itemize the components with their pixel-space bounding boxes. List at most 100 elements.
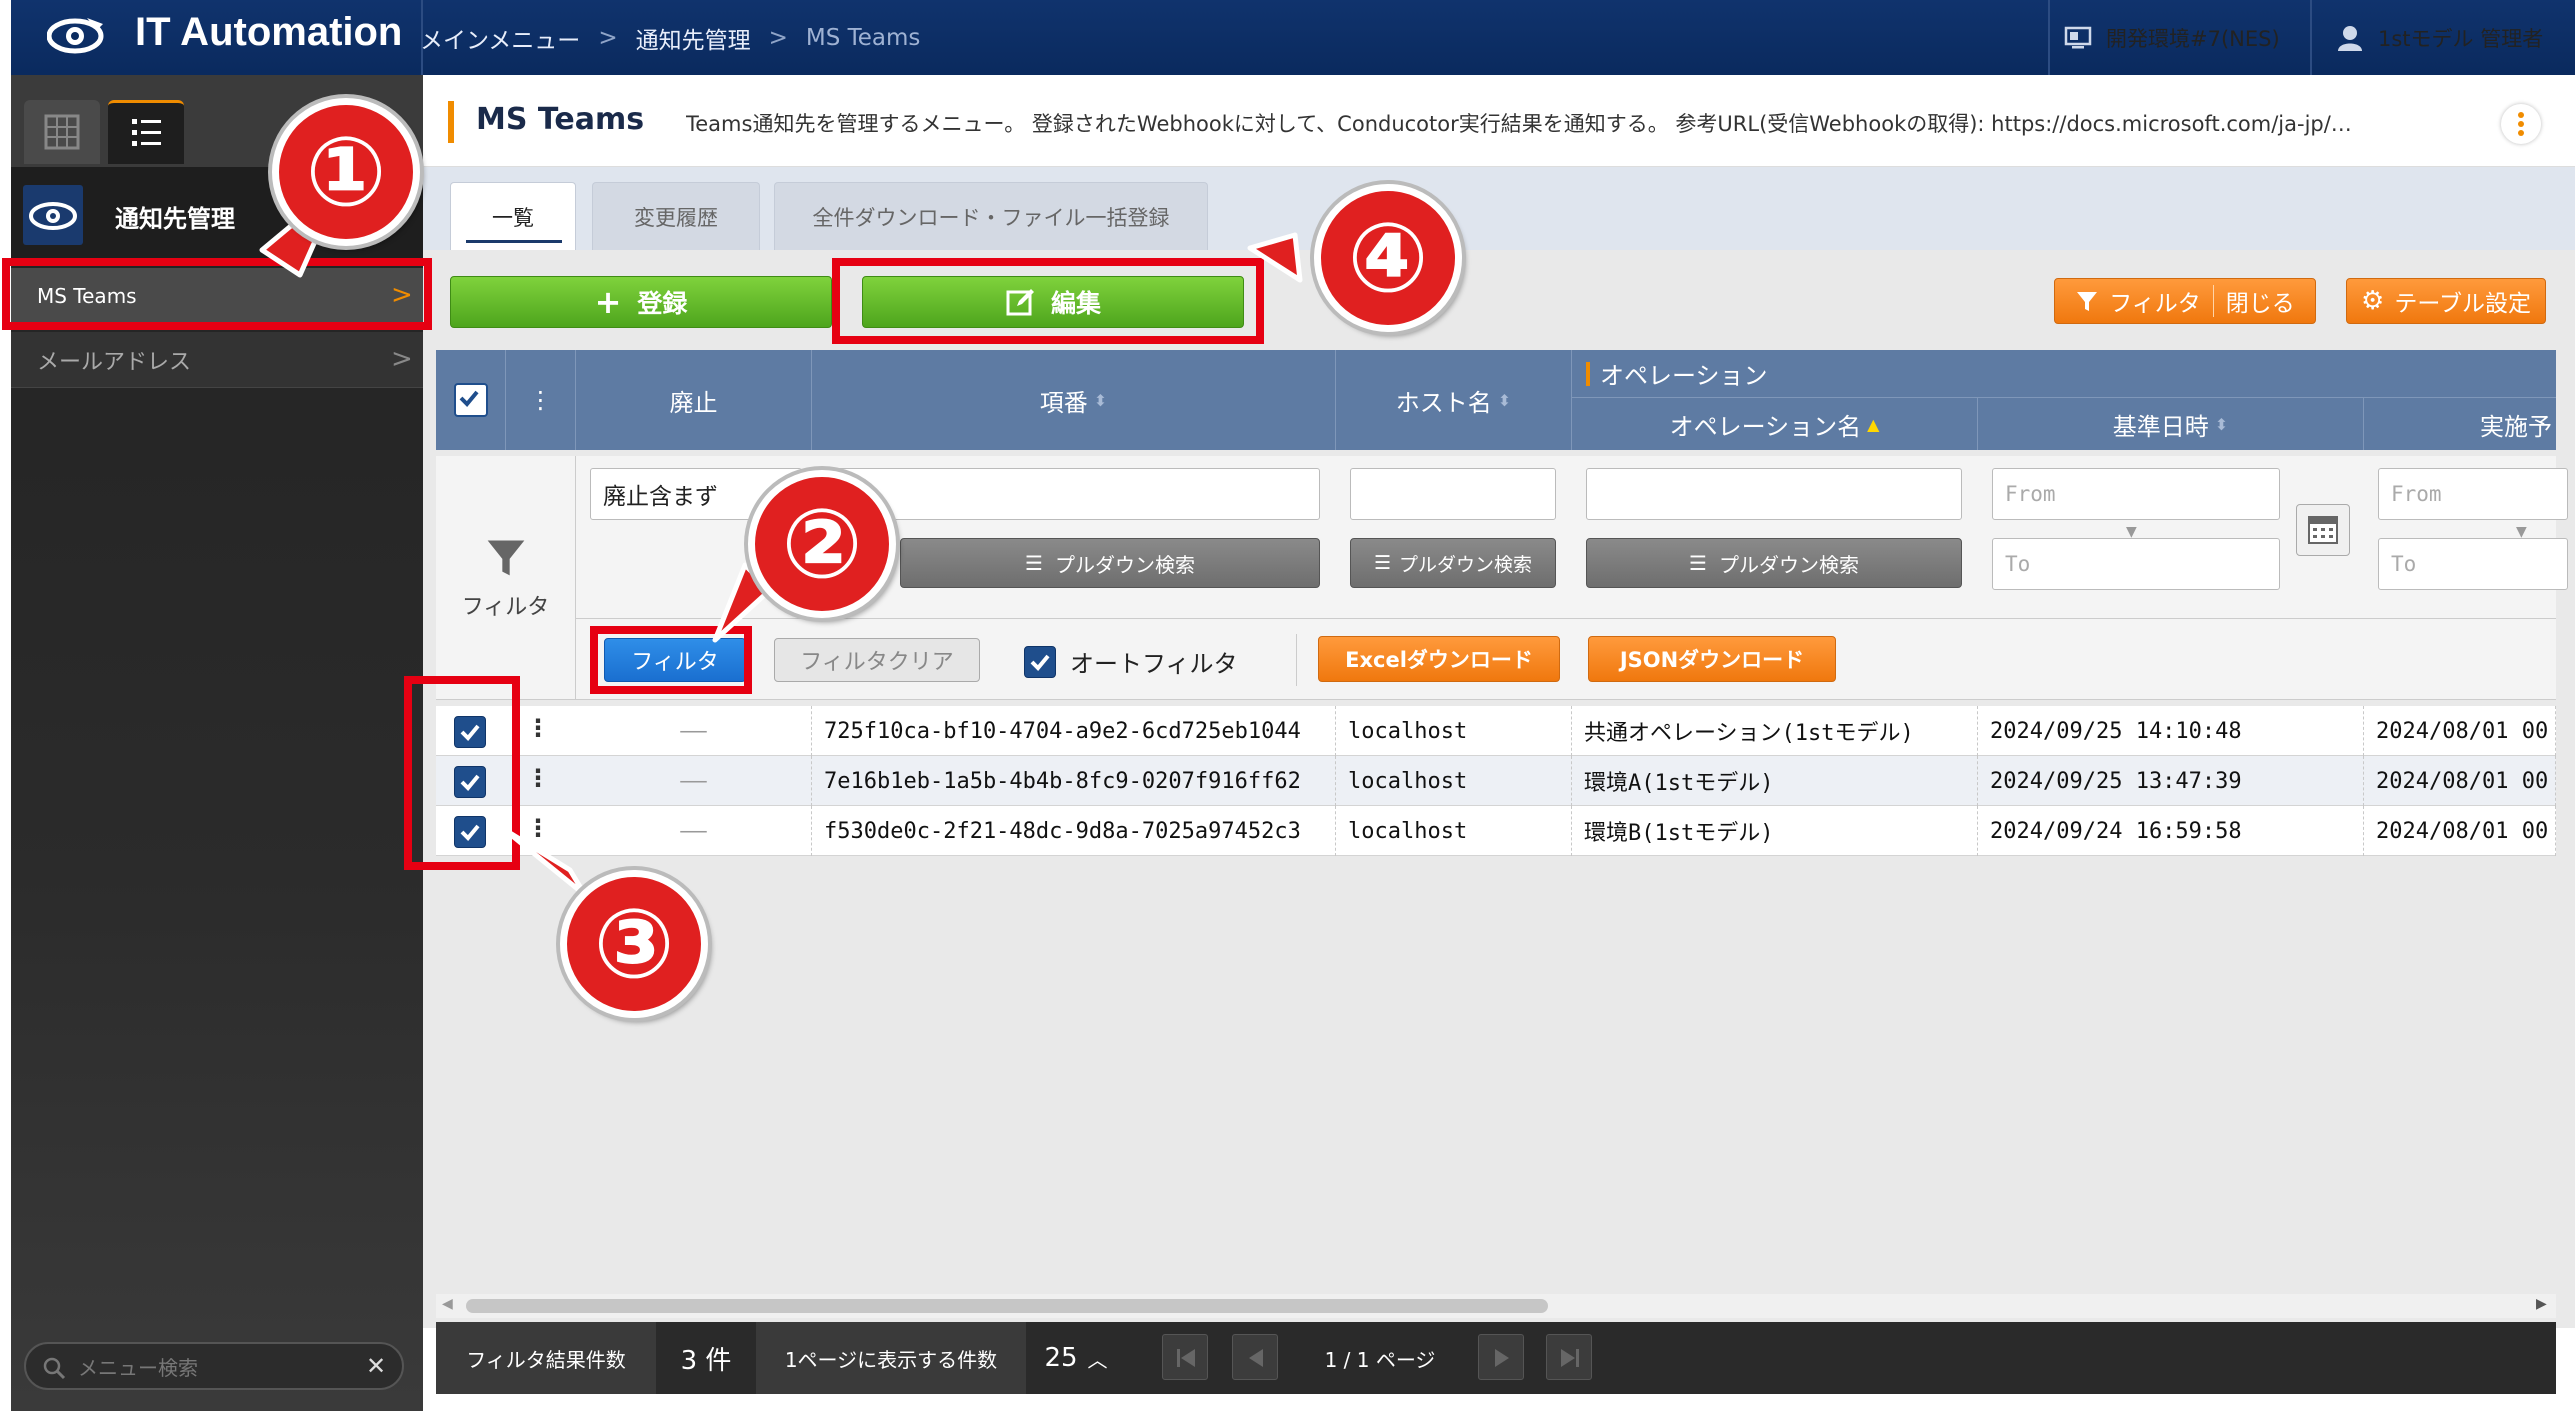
group-accent	[1586, 361, 1590, 386]
scheduled-to-input[interactable]: To	[2378, 538, 2568, 590]
next-page-button[interactable]	[1478, 1334, 1524, 1380]
base-to-input[interactable]: To	[1992, 538, 2280, 590]
cell-scheduled: 2024/08/01 00	[2364, 706, 2556, 756]
scroll-right-icon[interactable]: ▶	[2536, 1296, 2547, 1312]
monitor-icon	[2064, 26, 2092, 48]
tab-bulk-download[interactable]: 全件ダウンロード・ファイル一括登録	[774, 182, 1208, 250]
tab-history[interactable]: 変更履歴	[592, 182, 760, 250]
filter-icon	[487, 540, 524, 576]
prev-page-button[interactable]	[1232, 1334, 1278, 1380]
active-tab-indicator	[466, 240, 562, 243]
annotation-marker-3: ③	[560, 870, 708, 1018]
filter-icon	[2077, 292, 2098, 311]
item-no-filter-input[interactable]	[826, 468, 1320, 520]
header-discard[interactable]: 廃止	[576, 350, 812, 450]
sort-icon: ⬍	[1497, 390, 1512, 410]
more-options-icon[interactable]	[2501, 104, 2541, 144]
row-menu-header[interactable]: ⋮	[506, 350, 576, 450]
select-all-cell	[436, 350, 506, 450]
sort-icon: ⬍	[2214, 414, 2229, 434]
row-menu-icon[interactable]: ⋮	[526, 814, 550, 842]
list-icon: ☰	[1025, 551, 1043, 575]
cell-item-no: 725f10ca-bf10-4704-a9e2-6cd725eb1044	[812, 706, 1336, 756]
button-divider	[2212, 285, 2214, 317]
header-host[interactable]: ホスト名 ⬍	[1336, 350, 1572, 450]
first-page-button[interactable]	[1162, 1334, 1208, 1380]
filter-clear-button[interactable]: フィルタクリア	[774, 638, 980, 682]
header-operation-name[interactable]: オペレーション名 ▲	[1572, 398, 1978, 450]
search-icon	[43, 1357, 66, 1380]
row-menu-icon[interactable]: ⋮	[526, 714, 550, 742]
menu-search-input[interactable]: メニュー検索 ✕	[24, 1342, 404, 1390]
user-icon	[2338, 25, 2362, 51]
grid-view-tab[interactable]	[24, 100, 100, 164]
environment-indicator[interactable]: 開発環境#7(NES)	[2064, 0, 2280, 75]
cell-scheduled: 2024/08/01 00	[2364, 756, 2556, 806]
breadcrumb-notification[interactable]: 通知先管理	[636, 21, 751, 55]
per-page-select[interactable]: 25 ︿	[1026, 1322, 1126, 1394]
cell-host: localhost	[1336, 706, 1572, 756]
sort-asc-icon: ▲	[1867, 414, 1880, 434]
chevron-right-icon: >	[768, 24, 788, 51]
list-view-tab[interactable]	[108, 100, 184, 164]
cell-operation: 共通オペレーション(1stモデル)	[1572, 706, 1978, 756]
annotation-box-4	[832, 258, 1264, 344]
select-all-checkbox[interactable]	[453, 383, 488, 417]
filter-toggle-button[interactable]: フィルタ 閉じる	[2054, 278, 2316, 324]
annotation-marker-2: ②	[748, 470, 896, 618]
auto-filter-checkbox[interactable]	[1024, 645, 1056, 678]
header-scheduled[interactable]: 実施予	[2364, 398, 2556, 450]
cell-host: localhost	[1336, 806, 1572, 856]
json-download-button[interactable]: JSONダウンロード	[1588, 636, 1836, 682]
sidebar-item-mail-address[interactable]: メールアドレス >	[11, 332, 423, 388]
base-from-input[interactable]: From	[1992, 468, 2280, 520]
scroll-left-icon[interactable]: ◀	[442, 1296, 453, 1312]
cell-discard: ——	[576, 706, 812, 756]
register-button[interactable]: + 登録	[450, 276, 832, 328]
cell-item-no: f530de0c-2f21-48dc-9d8a-7025a97452c3	[812, 806, 1336, 856]
cell-base: 2024/09/24 16:59:58	[1978, 806, 2364, 856]
table-settings-button[interactable]: ⚙ テーブル設定	[2346, 278, 2546, 324]
operation-filter-input[interactable]	[1586, 468, 1962, 520]
calendar-icon[interactable]	[2296, 504, 2350, 556]
logo[interactable]: IT Automation	[11, 0, 421, 75]
header-base-datetime[interactable]: 基準日時 ⬍	[1978, 398, 2364, 450]
header-item-no[interactable]: 項番 ⬍	[812, 350, 1336, 450]
excel-download-button[interactable]: Excelダウンロード	[1318, 636, 1560, 682]
per-page-label: 1ページに表示する件数	[756, 1322, 1026, 1394]
cell-discard: ——	[576, 806, 812, 856]
host-filter-input[interactable]	[1350, 468, 1556, 520]
header-divider	[2048, 0, 2050, 75]
list-icon: ☰	[1689, 551, 1707, 575]
last-page-button[interactable]	[1546, 1334, 1592, 1380]
environment-label: 開発環境#7(NES)	[2106, 26, 2280, 51]
list-icon: ☰	[1373, 552, 1392, 574]
clear-icon[interactable]: ✕	[366, 1352, 386, 1380]
horizontal-scrollbar[interactable]: ◀ ▶	[436, 1294, 2556, 1318]
sidebar-item-label: メールアドレス	[37, 349, 192, 375]
kebab-icon: ⋮	[528, 386, 553, 414]
operation-pulldown-button[interactable]: ☰ プルダウン検索	[1586, 538, 1962, 588]
item-no-pulldown-button[interactable]: ☰ プルダウン検索	[900, 538, 1320, 588]
auto-filter-toggle[interactable]: オートフィルタ	[1024, 644, 1238, 679]
chevron-up-icon: ︿	[1087, 1347, 1108, 1372]
title-accent	[448, 101, 454, 143]
annotation-box-2	[590, 626, 752, 694]
breadcrumb-main-menu[interactable]: メインメニュー	[420, 21, 580, 55]
page-title: MS Teams	[476, 102, 645, 137]
cell-base: 2024/09/25 13:47:39	[1978, 756, 2364, 806]
cell-discard: ——	[576, 756, 812, 806]
page-info: 1 / 1 ページ	[1324, 1347, 1436, 1372]
host-pulldown-button[interactable]: ☰ プルダウン検索	[1350, 538, 1556, 588]
filter-result-label: フィルタ結果件数	[436, 1322, 656, 1394]
logo-icon	[47, 18, 104, 54]
user-menu[interactable]: 1stモデル 管理者	[2336, 0, 2543, 75]
divider	[1296, 634, 1297, 686]
cell-base: 2024/09/25 14:10:48	[1978, 706, 2364, 756]
scheduled-from-input[interactable]: From	[2378, 468, 2568, 520]
scrollbar-thumb[interactable]	[466, 1299, 1548, 1313]
grid-icon	[44, 114, 80, 150]
row-menu-icon[interactable]: ⋮	[526, 764, 550, 792]
cell-scheduled: 2024/08/01 00	[2364, 806, 2556, 856]
page-description: Teams通知先を管理するメニュー。 登録されたWebhookに対して、Cond…	[686, 112, 2352, 136]
